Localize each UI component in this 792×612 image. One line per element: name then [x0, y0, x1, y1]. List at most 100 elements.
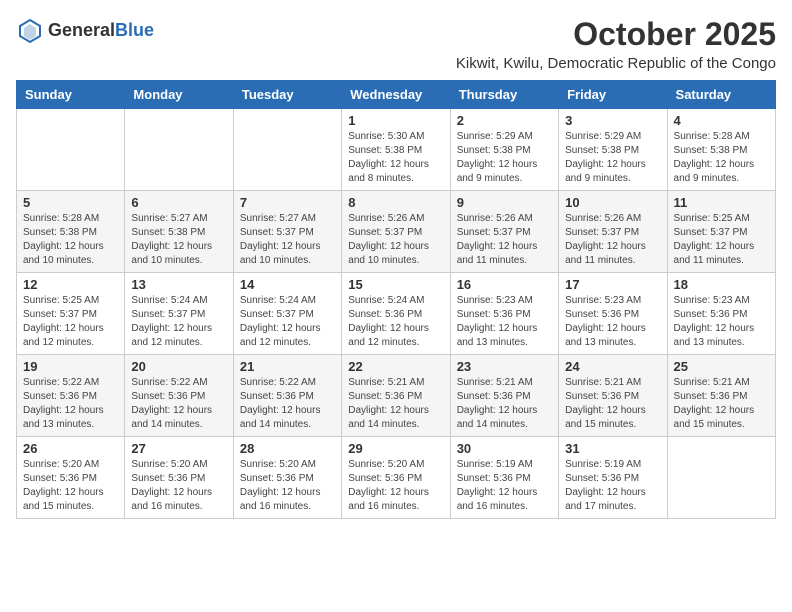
calendar-cell: 26Sunrise: 5:20 AM Sunset: 5:36 PM Dayli… — [17, 437, 125, 519]
day-info: Sunrise: 5:22 AM Sunset: 5:36 PM Dayligh… — [23, 376, 118, 432]
day-number: 6 — [131, 195, 226, 210]
calendar-cell: 20 Sunrise: 5:22 AM Sunset: 5:36 PM Dayli… — [125, 355, 233, 437]
day-number: 29 — [348, 441, 443, 456]
calendar-cell: 12 Sunrise: 5:25 AM Sunset: 5:37 PM Dayli… — [17, 273, 125, 355]
calendar-cell: 14 Sunrise: 5:24 AM Sunset: 5:37 PM Dayli… — [233, 273, 341, 355]
day-info: Sunrise: 5:27 AM Sunset: 5:37 PM Dayligh… — [240, 212, 335, 268]
weekday-header-saturday: Saturday — [667, 81, 775, 109]
day-number: 23 — [457, 359, 552, 374]
day-info: Sunrise: 5:24 AM Sunset: 5:36 PM Dayligh… — [348, 294, 443, 350]
logo-icon — [16, 16, 44, 44]
day-number: 18 — [674, 277, 769, 292]
day-number: 4 — [674, 113, 769, 128]
day-info: Sunrise: 5:23 AM Sunset: 5:36 PM Dayligh… — [674, 294, 769, 350]
calendar-cell: 29 Sunrise: 5:20 AM Sunset: 5:36 PM Dayli… — [342, 437, 450, 519]
calendar-cell: 24Sunrise: 5:21 AM Sunset: 5:36 PM Dayli… — [559, 355, 667, 437]
day-number: 25 — [674, 359, 769, 374]
day-info: Sunrise: 5:26 AM Sunset: 5:37 PM Dayligh… — [457, 212, 552, 268]
day-number: 7 — [240, 195, 335, 210]
calendar-cell: 27 Sunrise: 5:20 AM Sunset: 5:36 PM Dayli… — [125, 437, 233, 519]
page-header: GeneralBlue October 2025 Kikwit, Kwilu, … — [16, 16, 776, 72]
day-number: 30 — [457, 441, 552, 456]
day-info: Sunrise: 5:30 AM Sunset: 5:38 PM Dayligh… — [348, 130, 443, 186]
day-number: 1 — [348, 113, 443, 128]
week-row-4: 19 Sunrise: 5:22 AM Sunset: 5:36 PM Dayli… — [17, 355, 776, 437]
day-number: 16 — [457, 277, 552, 292]
day-info: Sunrise: 5:26 AM Sunset: 5:37 PM Dayligh… — [348, 212, 443, 268]
day-number: 19 — [23, 359, 118, 374]
calendar-cell: 23 Sunrise: 5:21 AM Sunset: 5:36 PM Dayli… — [450, 355, 558, 437]
day-number: 20 — [131, 359, 226, 374]
logo-text: GeneralBlue — [48, 20, 154, 41]
day-number: 2 — [457, 113, 552, 128]
day-info: Sunrise: 5:21 AM Sunset: 5:36 PM Dayligh… — [565, 376, 660, 432]
calendar-cell — [667, 437, 775, 519]
day-number: 10 — [565, 195, 660, 210]
weekday-header-monday: Monday — [125, 81, 233, 109]
day-info: Sunrise: 5:20 AM Sunset: 5:36 PM Dayligh… — [240, 458, 335, 514]
calendar-cell: 16Sunrise: 5:23 AM Sunset: 5:36 PM Dayli… — [450, 273, 558, 355]
weekday-header-tuesday: Tuesday — [233, 81, 341, 109]
day-info: Sunrise: 5:19 AM Sunset: 5:36 PM Dayligh… — [457, 458, 552, 514]
day-info: Sunrise: 5:22 AM Sunset: 5:36 PM Dayligh… — [131, 376, 226, 432]
calendar-cell: 3Sunrise: 5:29 AM Sunset: 5:38 PM Daylig… — [559, 109, 667, 191]
location-title: Kikwit, Kwilu, Democratic Republic of th… — [456, 55, 776, 72]
day-number: 5 — [23, 195, 118, 210]
day-info: Sunrise: 5:19 AM Sunset: 5:36 PM Dayligh… — [565, 458, 660, 514]
month-title: October 2025 — [456, 16, 776, 53]
day-info: Sunrise: 5:28 AM Sunset: 5:38 PM Dayligh… — [23, 212, 118, 268]
day-number: 14 — [240, 277, 335, 292]
day-number: 15 — [348, 277, 443, 292]
day-info: Sunrise: 5:26 AM Sunset: 5:37 PM Dayligh… — [565, 212, 660, 268]
calendar-cell: 22Sunrise: 5:21 AM Sunset: 5:36 PM Dayli… — [342, 355, 450, 437]
calendar-cell — [233, 109, 341, 191]
day-info: Sunrise: 5:22 AM Sunset: 5:36 PM Dayligh… — [240, 376, 335, 432]
calendar-cell: 17 Sunrise: 5:23 AM Sunset: 5:36 PM Dayli… — [559, 273, 667, 355]
day-info: Sunrise: 5:21 AM Sunset: 5:36 PM Dayligh… — [348, 376, 443, 432]
day-number: 3 — [565, 113, 660, 128]
day-number: 27 — [131, 441, 226, 456]
day-info: Sunrise: 5:27 AM Sunset: 5:38 PM Dayligh… — [131, 212, 226, 268]
day-info: Sunrise: 5:24 AM Sunset: 5:37 PM Dayligh… — [131, 294, 226, 350]
week-row-2: 5 Sunrise: 5:28 AM Sunset: 5:38 PM Daylig… — [17, 191, 776, 273]
calendar-cell: 2Sunrise: 5:29 AM Sunset: 5:38 PM Daylig… — [450, 109, 558, 191]
day-info: Sunrise: 5:21 AM Sunset: 5:36 PM Dayligh… — [457, 376, 552, 432]
calendar-cell: 6 Sunrise: 5:27 AM Sunset: 5:38 PM Daylig… — [125, 191, 233, 273]
calendar-cell: 25 Sunrise: 5:21 AM Sunset: 5:36 PM Dayli… — [667, 355, 775, 437]
calendar-cell: 19 Sunrise: 5:22 AM Sunset: 5:36 PM Dayli… — [17, 355, 125, 437]
calendar-cell: 1 Sunrise: 5:30 AM Sunset: 5:38 PM Daylig… — [342, 109, 450, 191]
day-number: 13 — [131, 277, 226, 292]
day-number: 12 — [23, 277, 118, 292]
calendar-cell: 8Sunrise: 5:26 AM Sunset: 5:37 PM Daylig… — [342, 191, 450, 273]
day-info: Sunrise: 5:23 AM Sunset: 5:36 PM Dayligh… — [565, 294, 660, 350]
weekday-header-thursday: Thursday — [450, 81, 558, 109]
day-info: Sunrise: 5:20 AM Sunset: 5:36 PM Dayligh… — [131, 458, 226, 514]
day-info: Sunrise: 5:21 AM Sunset: 5:36 PM Dayligh… — [674, 376, 769, 432]
week-row-5: 26Sunrise: 5:20 AM Sunset: 5:36 PM Dayli… — [17, 437, 776, 519]
calendar-cell — [17, 109, 125, 191]
day-number: 21 — [240, 359, 335, 374]
week-row-3: 12 Sunrise: 5:25 AM Sunset: 5:37 PM Dayli… — [17, 273, 776, 355]
weekday-header-row: SundayMondayTuesdayWednesdayThursdayFrid… — [17, 81, 776, 109]
calendar-cell: 30 Sunrise: 5:19 AM Sunset: 5:36 PM Dayli… — [450, 437, 558, 519]
calendar-cell: 5 Sunrise: 5:28 AM Sunset: 5:38 PM Daylig… — [17, 191, 125, 273]
day-number: 31 — [565, 441, 660, 456]
calendar-cell: 28 Sunrise: 5:20 AM Sunset: 5:36 PM Dayli… — [233, 437, 341, 519]
title-block: October 2025 Kikwit, Kwilu, Democratic R… — [456, 16, 776, 72]
day-info: Sunrise: 5:24 AM Sunset: 5:37 PM Dayligh… — [240, 294, 335, 350]
calendar-cell: 11Sunrise: 5:25 AM Sunset: 5:37 PM Dayli… — [667, 191, 775, 273]
calendar-cell: 9Sunrise: 5:26 AM Sunset: 5:37 PM Daylig… — [450, 191, 558, 273]
day-number: 17 — [565, 277, 660, 292]
day-number: 28 — [240, 441, 335, 456]
calendar-cell: 7 Sunrise: 5:27 AM Sunset: 5:37 PM Daylig… — [233, 191, 341, 273]
calendar-cell: 15 Sunrise: 5:24 AM Sunset: 5:36 PM Dayli… — [342, 273, 450, 355]
calendar-cell: 4Sunrise: 5:28 AM Sunset: 5:38 PM Daylig… — [667, 109, 775, 191]
day-info: Sunrise: 5:25 AM Sunset: 5:37 PM Dayligh… — [23, 294, 118, 350]
calendar-cell — [125, 109, 233, 191]
weekday-header-friday: Friday — [559, 81, 667, 109]
calendar-cell: 31 Sunrise: 5:19 AM Sunset: 5:36 PM Dayli… — [559, 437, 667, 519]
day-info: Sunrise: 5:25 AM Sunset: 5:37 PM Dayligh… — [674, 212, 769, 268]
day-info: Sunrise: 5:20 AM Sunset: 5:36 PM Dayligh… — [348, 458, 443, 514]
calendar-table: SundayMondayTuesdayWednesdayThursdayFrid… — [16, 80, 776, 519]
calendar-cell: 21 Sunrise: 5:22 AM Sunset: 5:36 PM Dayli… — [233, 355, 341, 437]
